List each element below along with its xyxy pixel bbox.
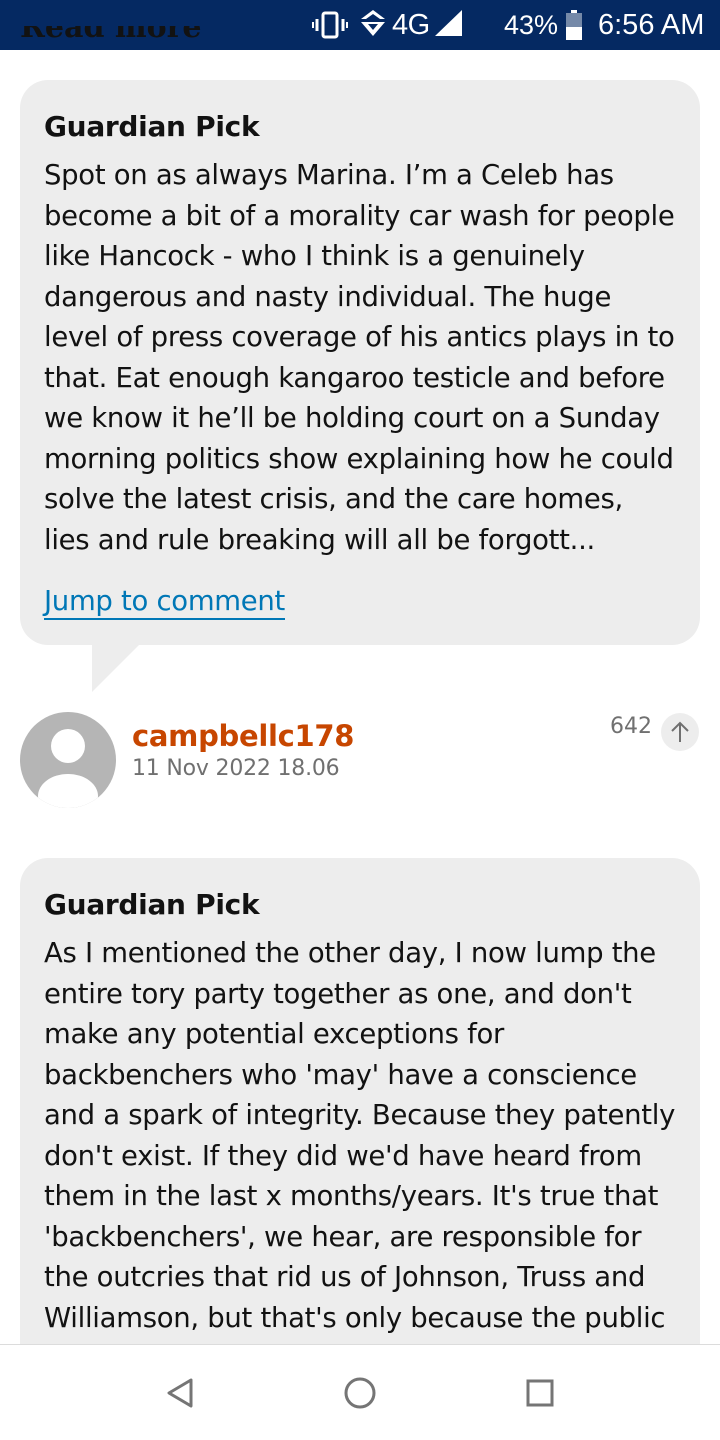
recommend-count: 642: [610, 714, 652, 739]
default-user-icon: [38, 729, 98, 808]
jump-to-comment-link[interactable]: Jump to comment: [44, 584, 285, 620]
back-triangle-icon: [167, 1378, 193, 1408]
guardian-pick-card: Guardian Pick Spot on as always Marina. …: [20, 80, 700, 645]
comment-timestamp[interactable]: 11 Nov 2022 18.06: [132, 756, 340, 781]
speech-bubble-tail: [92, 644, 140, 692]
guardian-pick-label: Guardian Pick: [44, 110, 260, 143]
comment-username[interactable]: campbellc178: [132, 719, 354, 753]
system-navigation-bar: [0, 1344, 720, 1440]
recent-apps-button[interactable]: [518, 1371, 562, 1415]
section-heading-text: Read more: [20, 26, 202, 45]
arrow-up-icon: [671, 721, 689, 742]
recommend-button[interactable]: [661, 713, 699, 751]
section-heading-cropped: Read more: [20, 26, 700, 50]
guardian-pick-label: Guardian Pick: [44, 888, 260, 921]
pick-comment-excerpt: As I mentioned the other day, I now lump…: [44, 937, 676, 1334]
home-circle-icon: [344, 1377, 376, 1409]
home-button[interactable]: [338, 1371, 382, 1415]
back-button[interactable]: [158, 1371, 202, 1415]
avatar[interactable]: [20, 712, 116, 808]
recents-square-icon: [526, 1379, 554, 1407]
pick-comment-excerpt: Spot on as always Marina. I’m a Celeb ha…: [44, 159, 675, 556]
